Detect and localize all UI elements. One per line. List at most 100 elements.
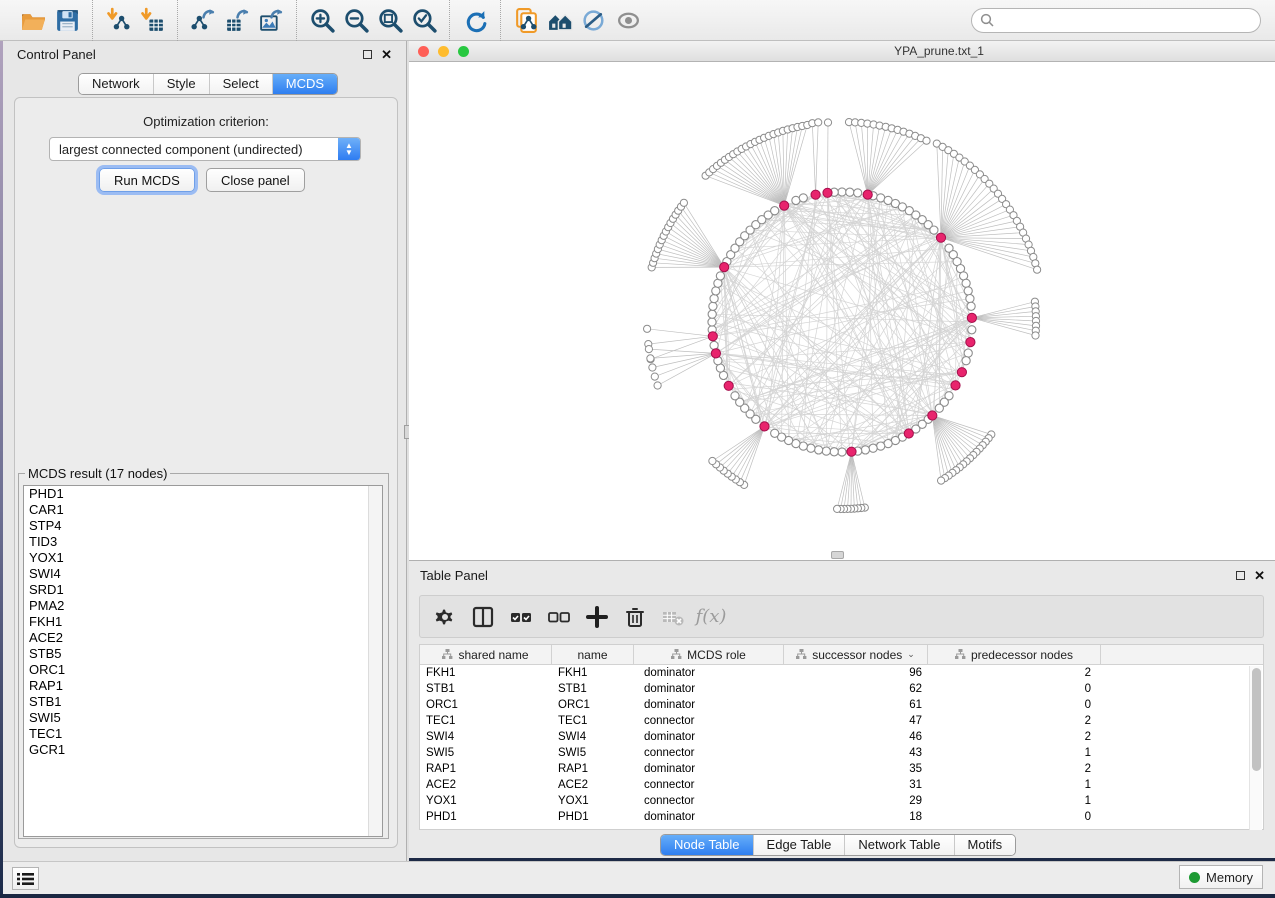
zoom-in-icon[interactable] (305, 4, 339, 36)
zoom-out-icon[interactable] (339, 4, 373, 36)
result-node[interactable]: CAR1 (24, 502, 382, 518)
tab-mcds[interactable]: MCDS (272, 74, 337, 94)
network-graph[interactable] (409, 62, 1275, 560)
export-network-icon[interactable] (186, 4, 220, 36)
memory-button[interactable]: Memory (1179, 865, 1263, 889)
import-table-icon[interactable] (135, 4, 169, 36)
node-table[interactable]: shared namenameMCDS rolesuccessor nodes⌄… (419, 644, 1264, 830)
open-file-icon[interactable] (16, 4, 50, 36)
export-image-icon[interactable] (254, 4, 288, 36)
table-row[interactable]: ORC1ORC1dominator610 (420, 697, 1263, 713)
add-column-icon[interactable] (578, 599, 616, 635)
column-network-icon (671, 649, 682, 660)
cell-successor-nodes: 96 (784, 667, 928, 679)
column-header-successor-nodes[interactable]: successor nodes⌄ (784, 645, 928, 664)
search-input[interactable] (999, 13, 1252, 27)
delete-column-icon[interactable] (616, 599, 654, 635)
table-scrollbar-thumb[interactable] (1252, 668, 1261, 771)
level-of-detail-icon[interactable] (611, 4, 645, 36)
table-row[interactable]: SWI5SWI5connector431 (420, 745, 1263, 761)
run-mcds-button[interactable]: Run MCDS (99, 168, 195, 192)
deselect-all-icon[interactable] (540, 599, 578, 635)
control-panel-tabs: NetworkStyleSelectMCDS (78, 73, 338, 95)
table-row[interactable]: SWI4SWI4dominator462 (420, 729, 1263, 745)
save-session-icon[interactable] (50, 4, 84, 36)
columns-icon[interactable] (464, 599, 502, 635)
cell-MCDS-role: connector (634, 779, 784, 791)
zoom-fit-content-icon[interactable] (373, 4, 407, 36)
result-node[interactable]: ORC1 (24, 662, 382, 678)
tab-network[interactable]: Network (79, 74, 153, 94)
refresh-icon[interactable] (458, 4, 492, 36)
home-icon[interactable] (543, 4, 577, 36)
close-panel-icon[interactable]: ✕ (381, 50, 392, 59)
result-node[interactable]: FKH1 (24, 614, 382, 630)
column-header-name[interactable]: name (552, 645, 634, 664)
result-node[interactable]: PMA2 (24, 598, 382, 614)
close-window-icon[interactable] (418, 46, 429, 57)
horizontal-splitter-handle[interactable] (831, 551, 844, 559)
result-node[interactable]: STB5 (24, 646, 382, 662)
table-row[interactable]: FKH1FKH1dominator962 (420, 665, 1263, 681)
result-node[interactable]: GCR1 (24, 742, 382, 758)
table-toolbar: f(x) (419, 595, 1264, 638)
cell-predecessor-nodes: 1 (928, 779, 1101, 791)
clone-network-icon[interactable] (509, 4, 543, 36)
result-node[interactable]: SWI5 (24, 710, 382, 726)
minimize-window-icon[interactable] (438, 46, 449, 57)
result-node[interactable]: TID3 (24, 534, 382, 550)
result-node[interactable]: SRD1 (24, 582, 382, 598)
export-table-icon[interactable] (220, 4, 254, 36)
optimization-criterion-dropdown[interactable]: largest connected component (undirected)… (49, 137, 361, 161)
network-canvas[interactable] (409, 62, 1275, 560)
cell-successor-nodes: 47 (784, 715, 928, 727)
float-panel-icon[interactable] (1236, 571, 1245, 580)
visual-properties-icon[interactable] (577, 4, 611, 36)
result-node[interactable]: YOX1 (24, 550, 382, 566)
column-header-MCDS-role[interactable]: MCDS role (634, 645, 784, 664)
table-row[interactable]: YOX1YOX1connector291 (420, 793, 1263, 809)
cell-successor-nodes: 43 (784, 747, 928, 759)
function-builder-icon[interactable]: f(x) (692, 599, 730, 635)
cell-successor-nodes: 61 (784, 699, 928, 711)
result-node[interactable]: SWI4 (24, 566, 382, 582)
tab-select[interactable]: Select (209, 74, 272, 94)
show-panels-button[interactable] (12, 867, 39, 890)
tab-node-table[interactable]: Node Table (661, 835, 753, 855)
table-scrollbar[interactable] (1249, 666, 1262, 830)
import-network-icon[interactable] (101, 4, 135, 36)
mcds-result-list[interactable]: PHD1CAR1STP4TID3YOX1SWI4SRD1PMA2FKH1ACE2… (23, 485, 383, 837)
settings-gear-icon[interactable] (426, 599, 464, 635)
network-window-titlebar[interactable]: YPA_prune.txt_1 (409, 41, 1275, 62)
result-node[interactable]: TEC1 (24, 726, 382, 742)
close-panel-button[interactable]: Close panel (206, 168, 305, 192)
column-header-shared-name[interactable]: shared name (420, 645, 552, 664)
result-node[interactable]: ACE2 (24, 630, 382, 646)
search-field[interactable] (971, 8, 1261, 33)
delete-table-icon[interactable] (654, 599, 692, 635)
cell-predecessor-nodes: 2 (928, 667, 1101, 679)
result-list-scrollbar[interactable] (368, 486, 382, 836)
tab-network-table[interactable]: Network Table (844, 835, 953, 855)
column-header-predecessor-nodes[interactable]: predecessor nodes (928, 645, 1101, 664)
table-row[interactable]: TEC1TEC1connector472 (420, 713, 1263, 729)
table-row[interactable]: RAP1RAP1dominator352 (420, 761, 1263, 777)
select-all-icon[interactable] (502, 599, 540, 635)
result-node[interactable]: STP4 (24, 518, 382, 534)
maximize-window-icon[interactable] (458, 46, 469, 57)
table-row[interactable]: PHD1PHD1dominator180 (420, 809, 1263, 825)
result-node[interactable]: RAP1 (24, 678, 382, 694)
cell-MCDS-role: connector (634, 747, 784, 759)
tab-style[interactable]: Style (153, 74, 209, 94)
table-header-row[interactable]: shared namenameMCDS rolesuccessor nodes⌄… (420, 645, 1263, 665)
tab-motifs[interactable]: Motifs (954, 835, 1016, 855)
float-panel-icon[interactable] (363, 50, 372, 59)
result-node[interactable]: PHD1 (24, 486, 382, 502)
tab-edge-table[interactable]: Edge Table (753, 835, 845, 855)
zoom-fit-selected-icon[interactable] (407, 4, 441, 36)
table-row[interactable]: STB1STB1dominator620 (420, 681, 1263, 697)
cell-name: STB1 (552, 683, 634, 695)
result-node[interactable]: STB1 (24, 694, 382, 710)
table-row[interactable]: ACE2ACE2connector311 (420, 777, 1263, 793)
close-panel-icon[interactable]: ✕ (1254, 571, 1265, 580)
